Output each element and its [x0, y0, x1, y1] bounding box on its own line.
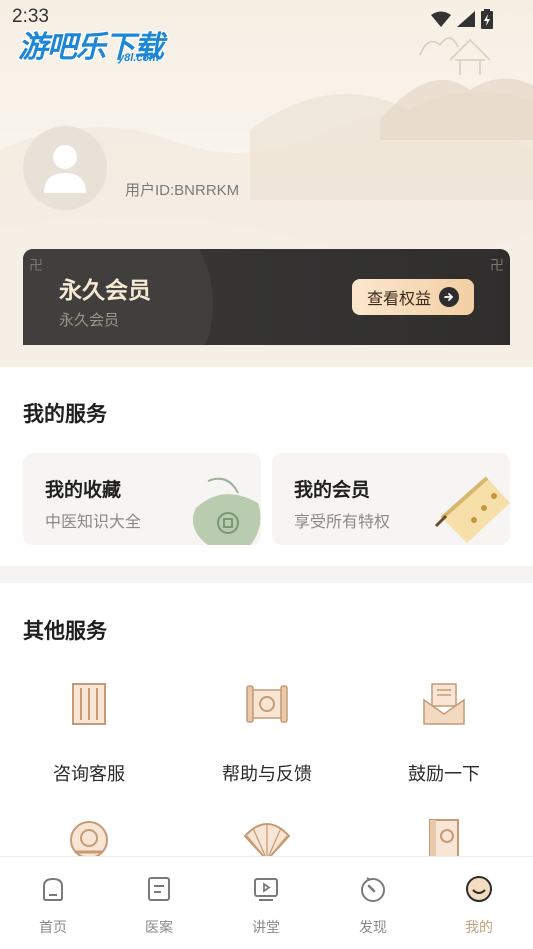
corner-ornament-icon: 卍	[490, 258, 504, 274]
membership-subtitle: 享受所有特权	[294, 512, 391, 531]
vip-title: 永久会员	[59, 278, 151, 304]
customer-service-item[interactable]: 咨询客服	[0, 680, 178, 786]
user-silhouette-icon	[44, 145, 86, 193]
home-icon	[43, 877, 63, 901]
bottom-navigation: 首页 医案 讲堂 发现 我的	[0, 856, 533, 949]
membership-card[interactable]: 我的会员 享受所有特权	[272, 453, 510, 545]
favorites-subtitle: 中医知识大全	[45, 512, 142, 531]
wifi-icon	[431, 11, 451, 27]
help-feedback-item[interactable]: 帮助与反馈	[178, 680, 356, 786]
file-list-icon	[148, 877, 170, 901]
scroll-icon	[246, 685, 288, 723]
encourage-item[interactable]: 鼓励一下	[355, 680, 533, 786]
user-id: 用户ID:BNRRKM	[125, 182, 240, 199]
nav-label-discover: 发现	[359, 920, 387, 936]
nav-label-home: 首页	[39, 920, 67, 936]
status-icons	[431, 9, 493, 29]
scroll-certificate-icon	[434, 476, 510, 543]
membership-title: 我的会员	[294, 479, 371, 501]
nav-label-profile: 我的	[465, 920, 493, 936]
view-benefits-button[interactable]: 查看权益	[352, 279, 474, 315]
nav-item-cases[interactable]: 医案	[106, 857, 212, 949]
corner-ornament-icon: 卍	[29, 258, 43, 274]
nav-label-cases: 医案	[145, 920, 173, 936]
view-benefits-label: 查看权益	[366, 289, 431, 308]
my-services-title: 我的服务	[23, 402, 107, 426]
nav-item-lectures[interactable]: 讲堂	[213, 857, 319, 949]
signal-icon	[457, 11, 475, 27]
video-play-icon	[254, 878, 278, 901]
favorites-card[interactable]: 我的收藏 中医知识大全	[23, 453, 261, 545]
vip-subtitle: 永久会员	[59, 311, 120, 329]
vip-card[interactable]: 卍 卍 永久会员 永久会员 查看权益	[23, 249, 510, 345]
other-services-title: 其他服务	[23, 619, 107, 643]
watermark-logo-sub: y8l.com	[118, 52, 159, 64]
nav-label-lectures: 讲堂	[252, 920, 280, 936]
favorites-title: 我的收藏	[45, 479, 122, 501]
watermark-logo: 游吧乐下载 y8l.com	[18, 22, 164, 66]
avatar[interactable]	[23, 126, 107, 210]
nav-item-profile[interactable]: 我的	[426, 857, 532, 949]
herb-pouch-icon	[192, 477, 261, 545]
profile-header: 2:33 游吧乐下载 y8l.com 用户ID:BNRRKM 卍 卍 永久会员 …	[0, 0, 533, 367]
envelope-icon	[423, 683, 465, 725]
nav-item-home[interactable]: 首页	[0, 857, 106, 949]
encourage-label: 鼓励一下	[408, 764, 480, 785]
book-panel-icon	[72, 683, 106, 725]
arrow-right-icon	[439, 287, 459, 307]
compass-icon	[361, 877, 385, 902]
help-feedback-label: 帮助与反馈	[222, 764, 312, 785]
customer-service-label: 咨询客服	[53, 764, 125, 785]
battery-icon	[481, 9, 493, 29]
nav-item-discover[interactable]: 发现	[320, 857, 426, 949]
profile-icon	[466, 876, 492, 902]
section-divider	[0, 566, 533, 583]
